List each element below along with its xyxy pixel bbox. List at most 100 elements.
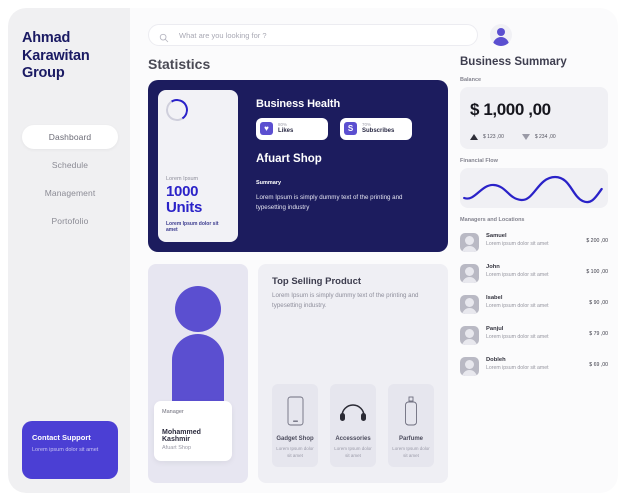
product-sub: Lorem Ipsum dolor sit amet (392, 445, 430, 459)
product-card-parfume[interactable]: Parfume Lorem Ipsum dolor sit amet (388, 384, 434, 467)
manager-name: Mohammed Kashmir (162, 429, 224, 443)
page-title: Statistics (148, 56, 448, 72)
product-name: Accessories (335, 436, 370, 442)
units-stat-footnote: Lorem Ipsum dolor sit amet (166, 221, 230, 233)
manager-name: John (486, 264, 579, 270)
units-stat-unit: Units (166, 200, 230, 216)
manager-row[interactable]: Dobleh Lorem ipsum dolor sit amet $ 69 ,… (460, 351, 608, 382)
smartphone-icon (287, 394, 304, 428)
business-summary-title: Business Summary (460, 56, 608, 68)
sidebar-item-portofolio[interactable]: Portofolio (22, 209, 118, 233)
units-stat-card: Lorem Ipsum 1000 Units Lorem Ipsum dolor… (158, 90, 238, 242)
balance-increase: $ 123 ,00 (470, 134, 504, 140)
topbar (148, 18, 608, 52)
avatar (460, 264, 479, 283)
summary-text: Lorem Ipsum is simply dummy text of the … (256, 193, 434, 213)
manager-amount: $ 90 ,00 (589, 295, 608, 306)
page-root: Ahmad Karawitan Group Dashboard Schedule… (0, 0, 626, 501)
manager-amount: $ 200 ,00 (586, 233, 608, 244)
manager-name: Panjul (486, 326, 582, 332)
sidebar-item-schedule[interactable]: Schedule (22, 153, 118, 177)
avatar (460, 233, 479, 252)
managers-label: Managers and Locations (460, 217, 608, 223)
manager-role-label: Manager (162, 409, 224, 415)
top-selling-subtitle: Lorem Ipsum is simply dummy text of the … (272, 291, 434, 311)
business-summary-column: Business Summary Balance $ 1,000 ,00 $ 1… (460, 52, 608, 483)
subscribes-label: Subscribes (362, 128, 394, 136)
manager-amount: $ 69 ,00 (589, 357, 608, 368)
brand-title: Ahmad Karawitan Group (22, 30, 118, 83)
balance-card: $ 1,000 ,00 $ 123 ,00 $ 234 ,00 (460, 87, 608, 149)
manager-row[interactable]: Panjul Lorem ipsum dolor sit amet $ 79 ,… (460, 320, 608, 351)
financial-flow-chart (460, 168, 608, 208)
managers-list: Samuel Lorem ipsum dolor sit amet $ 200 … (460, 227, 608, 382)
financial-flow-label: Financial Flow (460, 158, 608, 164)
heart-icon: ♥ (260, 122, 273, 135)
contact-support-subtitle: Lorem ipsum dolor sit amet (32, 446, 108, 454)
product-name: Parfume (399, 436, 423, 442)
app-shell: Ahmad Karawitan Group Dashboard Schedule… (8, 8, 618, 493)
product-sub: Lorem Ipsum dolor sit amet (334, 445, 372, 459)
top-selling-panel: Top Selling Product Lorem Ipsum is simpl… (258, 264, 448, 483)
manager-row[interactable]: Isabel Lorem ipsum dolor sit amet $ 90 ,… (460, 289, 608, 320)
financial-flow-line (460, 168, 608, 208)
sidebar: Ahmad Karawitan Group Dashboard Schedule… (8, 8, 130, 493)
top-selling-title: Top Selling Product (272, 276, 434, 287)
content-region: Statistics Lorem Ipsum 1000 Units Lorem … (148, 52, 608, 483)
product-card-accessories[interactable]: Accessories Lorem Ipsum dolor sit amet (330, 384, 376, 467)
triangle-down-icon (522, 134, 530, 140)
manager-desc: Lorem ipsum dolor sit amet (486, 271, 579, 279)
avatar (460, 295, 479, 314)
product-card-gadget-shop[interactable]: Gadget Shop Lorem Ipsum dolor sit amet (272, 384, 318, 467)
business-health-title: Business Health (256, 98, 434, 110)
shop-title: Afuart Shop (256, 153, 434, 165)
manager-name: Isabel (486, 295, 582, 301)
sidebar-item-management[interactable]: Management (22, 181, 118, 205)
balance-label: Balance (460, 77, 608, 83)
manager-illustration-card: Manager Mohammed Kashmir Afuart Shop (148, 264, 248, 483)
manager-desc: Lorem ipsum dolor sit amet (486, 240, 579, 248)
likes-label: Likes (278, 128, 293, 136)
user-avatar-icon[interactable] (490, 24, 512, 46)
units-stat-label: Lorem Ipsum (166, 176, 230, 182)
center-column: Statistics Lorem Ipsum 1000 Units Lorem … (148, 52, 448, 483)
person-illustration-icon (175, 286, 221, 332)
contact-support-title: Contact Support (32, 433, 108, 442)
manager-name: Samuel (486, 233, 579, 239)
perfume-bottle-icon (404, 394, 418, 428)
likes-badge[interactable]: ♥ 80% Likes (256, 118, 328, 140)
product-sub: Lorem Ipsum dolor sit amet (276, 445, 314, 459)
bottom-row: Manager Mohammed Kashmir Afuart Shop Top… (148, 264, 448, 483)
manager-info-card[interactable]: Manager Mohammed Kashmir Afuart Shop (154, 401, 232, 461)
summary-label: Summary (256, 180, 434, 186)
progress-ring-icon (164, 97, 190, 123)
balance-deltas: $ 123 ,00 $ 234 ,00 (470, 134, 598, 140)
sidebar-item-dashboard[interactable]: Dashboard (22, 125, 118, 149)
manager-desc: Lorem ipsum dolor sit amet (486, 302, 582, 310)
business-health-badges: ♥ 80% Likes S 70% Subscribes (256, 118, 434, 140)
search-icon (159, 30, 169, 40)
units-stat-value: 1000 (166, 184, 230, 200)
balance-increase-value: $ 123 ,00 (483, 134, 504, 140)
headphones-icon (339, 394, 367, 428)
subscribes-badge[interactable]: S 70% Subscribes (340, 118, 412, 140)
avatar (460, 326, 479, 345)
triangle-up-icon (470, 134, 478, 140)
manager-shop: Afuart Shop (162, 445, 224, 451)
product-name: Gadget Shop (276, 436, 313, 442)
search-bar[interactable] (148, 24, 478, 46)
main-area: Statistics Lorem Ipsum 1000 Units Lorem … (130, 8, 618, 493)
sidebar-nav: Dashboard Schedule Management Portofolio (22, 125, 118, 233)
balance-amount: $ 1,000 ,00 (470, 100, 598, 120)
balance-decrease: $ 234 ,00 (522, 134, 556, 140)
manager-name: Dobleh (486, 357, 582, 363)
subscribe-icon: S (344, 122, 357, 135)
contact-support-card[interactable]: Contact Support Lorem ipsum dolor sit am… (22, 421, 118, 479)
manager-desc: Lorem ipsum dolor sit amet (486, 364, 582, 372)
product-list: Gadget Shop Lorem Ipsum dolor sit amet A… (272, 384, 434, 471)
search-input[interactable] (179, 31, 467, 40)
manager-row[interactable]: John Lorem ipsum dolor sit amet $ 100 ,0… (460, 258, 608, 289)
manager-row[interactable]: Samuel Lorem ipsum dolor sit amet $ 200 … (460, 227, 608, 258)
balance-decrease-value: $ 234 ,00 (535, 134, 556, 140)
manager-amount: $ 79 ,00 (589, 326, 608, 337)
